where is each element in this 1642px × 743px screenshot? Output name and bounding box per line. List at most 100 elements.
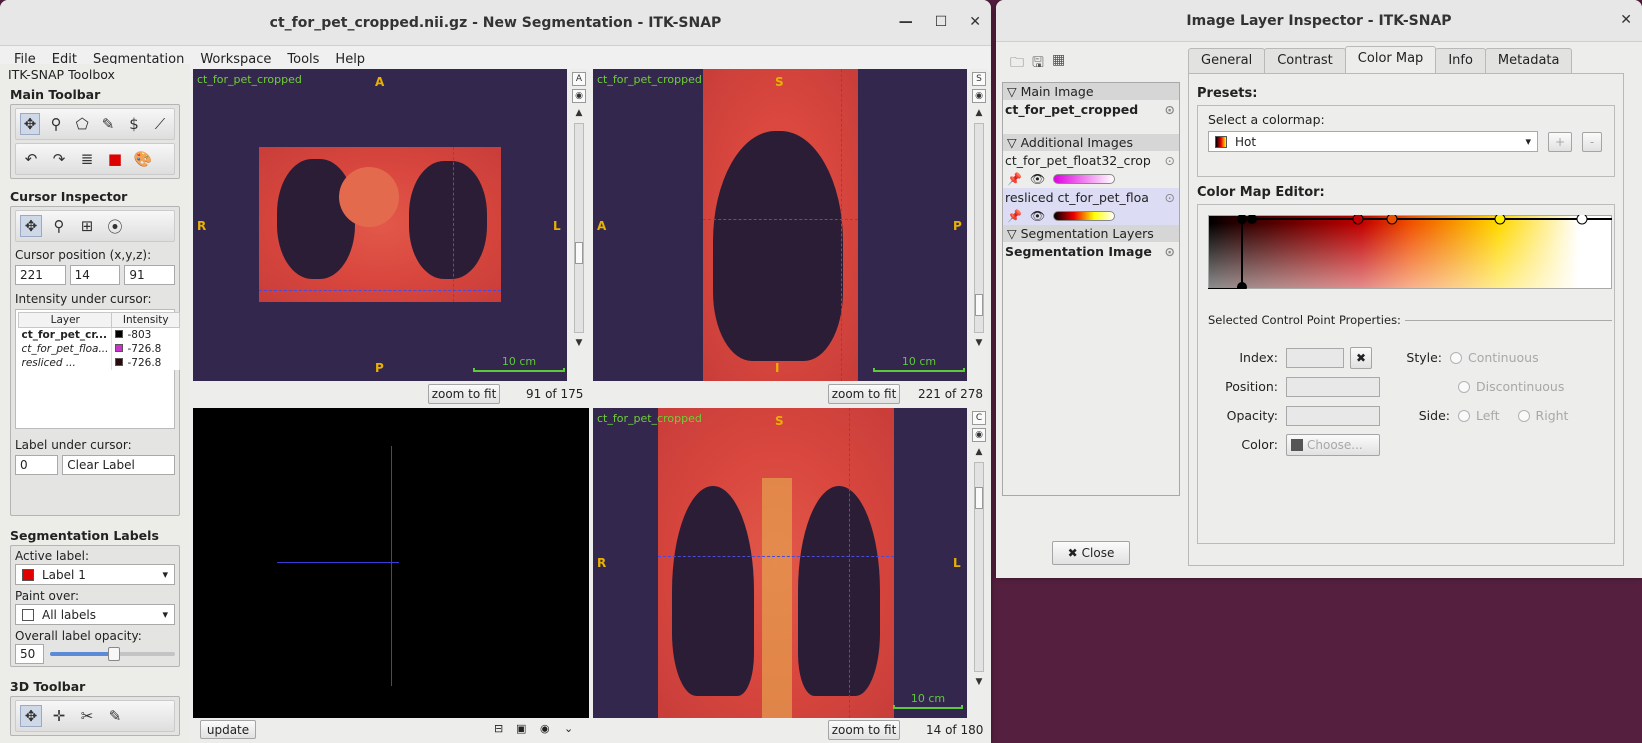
label-color-icon[interactable]: ■ (104, 148, 126, 170)
seg-layers-group[interactable]: ▽ Segmentation Layers (1003, 225, 1179, 242)
grid-tab-icon[interactable]: ⊞ (76, 215, 98, 237)
paintbrush-tool-icon[interactable]: ✎ (98, 113, 118, 135)
axial-view[interactable]: ct_for_pet_cropped A P R L 10 cm (193, 69, 567, 381)
layer-menu-icon[interactable]: ⊙ (1165, 153, 1175, 168)
tab-contrast[interactable]: Contrast (1264, 48, 1346, 75)
layers-icon[interactable]: ≣ (76, 148, 98, 170)
menu-workspace[interactable]: Workspace (192, 52, 279, 67)
position-field[interactable] (1286, 376, 1380, 397)
axial-scroll-up[interactable]: ▲ (572, 106, 586, 120)
render-3d-view[interactable] (193, 408, 589, 718)
inspector-close-button[interactable]: ✖ Close (1052, 541, 1130, 565)
annotation-tool-icon[interactable]: ⟋ (150, 113, 170, 135)
additional-images-group[interactable]: ▽ Additional Images (1003, 134, 1179, 151)
main-image-group[interactable]: ▽ Main Image (1003, 83, 1179, 100)
additional-image-item[interactable]: ct_for_pet_float32_crop ⊙ (1003, 151, 1179, 170)
sagittal-snapshot-icon[interactable]: ◉ (972, 89, 986, 103)
seg-layer-item[interactable]: Segmentation Image ⊙ (1003, 242, 1179, 261)
opacity-field[interactable]: 50 (15, 644, 45, 664)
cursor-tab-icon[interactable]: ✥ (20, 215, 42, 237)
redo-icon[interactable]: ↷ (48, 148, 70, 170)
tab-color-map[interactable]: Color Map (1344, 46, 1437, 73)
main-image-item[interactable]: ct_for_pet_cropped ⊙ (1003, 100, 1179, 134)
opacity-slider-handle[interactable] (108, 647, 121, 661)
cursor-y-field[interactable]: 14 (69, 265, 121, 285)
colormap-select[interactable]: Hot (1208, 131, 1538, 152)
active-label-select[interactable]: Label 1 (15, 564, 175, 585)
right-radio[interactable] (1517, 409, 1530, 422)
scalpel-icon[interactable]: ✂ (76, 705, 98, 727)
tab-metadata[interactable]: Metadata (1484, 48, 1573, 75)
tab-info[interactable]: Info (1435, 48, 1486, 75)
remove-point-button[interactable]: ✖ (1350, 346, 1372, 369)
camera-icon[interactable]: ◉ (540, 722, 550, 735)
undo-icon[interactable]: ↶ (20, 148, 42, 170)
opacity-field[interactable] (1286, 405, 1380, 426)
cursor-x-field[interactable]: 221 (15, 265, 66, 285)
sagittal-scroll-down[interactable]: ▼ (972, 336, 986, 350)
coronal-zoom-fit-button[interactable]: zoom to fit (828, 720, 900, 740)
snake-tool-icon[interactable]: $ (124, 113, 144, 135)
sagittal-view[interactable]: ct_for_pet_cropped S I A P 10 cm (593, 69, 967, 381)
menu-help[interactable]: Help (327, 52, 373, 67)
layer-menu-icon[interactable]: ⊙ (1165, 190, 1175, 205)
index-field[interactable] (1286, 347, 1344, 368)
layer-menu-icon[interactable]: ⊙ (1165, 102, 1175, 117)
pin-icon[interactable]: 📌 (1007, 209, 1022, 223)
sagittal-slice-scrollbar[interactable] (974, 123, 984, 333)
open-folder-icon[interactable]: 🗀 (1010, 52, 1024, 76)
layer-menu-icon[interactable]: ⊙ (1165, 244, 1175, 259)
coronal-layout-icon[interactable]: C (972, 411, 986, 425)
tab-general[interactable]: General (1188, 48, 1266, 75)
coronal-snapshot-icon[interactable]: ◉ (972, 428, 986, 442)
sync-tab-icon[interactable]: ⦿ (104, 215, 126, 237)
spray-icon[interactable]: ✎ (104, 705, 126, 727)
maximize-icon[interactable]: ☐ (935, 14, 948, 30)
axial-scroll-down[interactable]: ▼ (572, 336, 586, 350)
layer-opacity-slider[interactable] (1053, 174, 1116, 184)
inspector-close-icon[interactable]: ✕ (1620, 12, 1632, 28)
label-name-field[interactable]: Clear Label (62, 455, 175, 475)
choose-color-button[interactable]: Choose... (1286, 433, 1380, 456)
rotate-3d-icon[interactable]: ✥ (20, 705, 42, 727)
zoom-tool-icon[interactable]: ⚲ (46, 113, 66, 135)
table-row[interactable]: ct_for_pet_cr... -803 (18, 327, 180, 342)
sagittal-scroll-up[interactable]: ▲ (972, 106, 986, 120)
close-icon[interactable]: ✕ (969, 14, 981, 30)
layout-icon[interactable]: ⊟ (494, 722, 503, 735)
axial-layout-icon[interactable]: A (572, 72, 586, 86)
axial-snapshot-icon[interactable]: ◉ (572, 89, 586, 103)
eye-icon[interactable]: 👁 (1030, 172, 1045, 186)
palette-icon[interactable]: 🎨 (132, 148, 154, 170)
pin-icon[interactable]: 📌 (1007, 172, 1022, 186)
table-icon[interactable]: ▦ (1052, 52, 1065, 76)
polygon-tool-icon[interactable]: ⬠ (72, 113, 92, 135)
axial-slice-scrollbar[interactable] (574, 123, 584, 333)
sagittal-zoom-fit-button[interactable]: zoom to fit (828, 384, 900, 404)
3d-icon[interactable]: ▣ (516, 722, 526, 735)
opacity-slider[interactable] (50, 647, 175, 661)
crosshair-3d-icon[interactable]: ✛ (48, 705, 70, 727)
zoom-tab-icon[interactable]: ⚲ (48, 215, 70, 237)
coronal-scroll-up[interactable]: ▲ (972, 445, 986, 459)
continuous-radio[interactable] (1450, 351, 1462, 364)
minimize-icon[interactable]: — (899, 14, 913, 30)
label-value-field[interactable]: 0 (15, 455, 59, 475)
axial-zoom-fit-button[interactable]: zoom to fit (428, 384, 500, 404)
delete-preset-button[interactable]: - (1582, 131, 1602, 152)
additional-image-item-selected[interactable]: resliced ct_for_pet_floa ⊙ (1003, 188, 1179, 207)
table-row[interactable]: resliced ... -726.8 (18, 356, 180, 370)
crosshair-tool-icon[interactable]: ✥ (20, 113, 41, 135)
sagittal-layout-icon[interactable]: S (972, 72, 986, 86)
discontinuous-radio[interactable] (1458, 380, 1470, 393)
layer-opacity-slider[interactable] (1053, 211, 1116, 221)
more-icon[interactable]: ⌄ (564, 722, 573, 735)
paint-over-select[interactable]: All labels (15, 604, 175, 625)
coronal-view[interactable]: ct_for_pet_cropped S R L 10 cm (593, 408, 967, 718)
coronal-scroll-down[interactable]: ▼ (972, 675, 986, 689)
save-icon[interactable]: 🖫 (1032, 52, 1044, 76)
add-preset-button[interactable]: + (1548, 131, 1572, 152)
left-radio[interactable] (1458, 409, 1470, 422)
eye-icon[interactable]: 👁 (1030, 209, 1045, 223)
menu-tools[interactable]: Tools (279, 52, 327, 67)
